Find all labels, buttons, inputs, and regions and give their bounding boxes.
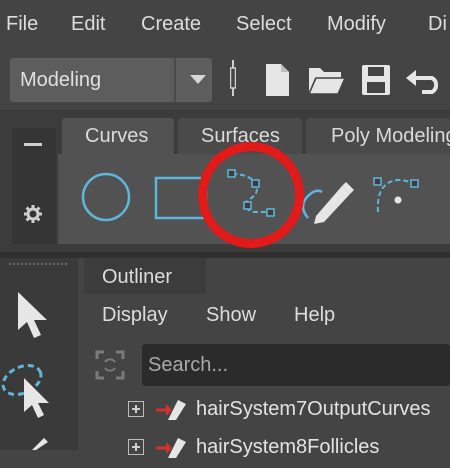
new-scene-icon[interactable] [262,62,292,98]
shelf-menu-icon[interactable] [24,143,42,146]
paint-select-tool-icon[interactable] [30,438,50,450]
mode-dropdown[interactable]: Modeling [10,58,212,102]
outliner-item-label: hairSystem7OutputCurves [196,398,431,420]
outliner-menu-show[interactable]: Show [206,304,256,327]
expand-icon[interactable] [128,401,144,417]
toolbar-separator-handle[interactable] [230,58,236,98]
menu-modify[interactable]: Modify [327,13,386,36]
menu-edit[interactable]: Edit [71,13,105,36]
save-scene-icon[interactable] [360,63,392,97]
highlight-annotation-circle [198,142,304,248]
search-field [142,344,450,386]
outliner-tab-label: Outliner [102,266,173,288]
outliner-row[interactable]: hairSystem8Follicles [84,432,450,468]
outliner-menu-help[interactable]: Help [294,304,335,327]
toolbox-grip[interactable] [8,262,68,266]
expand-icon[interactable] [128,439,144,455]
menu-create[interactable]: Create [141,13,201,36]
arc-tool-icon[interactable] [368,172,424,222]
undo-icon[interactable] [404,66,444,94]
gear-icon[interactable] [23,204,43,224]
tab-poly-modeling[interactable]: Poly Modeling [306,118,450,154]
search-input[interactable] [148,353,438,377]
hair-system-node-icon [156,438,186,458]
menu-file[interactable]: File [6,13,38,36]
circle-tool-icon[interactable] [80,172,134,222]
select-tool-icon[interactable] [14,290,50,342]
tab-poly-modeling-label: Poly Modeling [331,125,450,147]
menu-bar: File Edit Create Select Modify Di [0,0,450,52]
lasso-tool-icon[interactable] [0,360,56,420]
open-scene-icon[interactable] [307,64,347,96]
mode-dropdown-value: Modeling [20,69,102,91]
toolbox [0,258,78,450]
menu-select[interactable]: Select [236,13,292,36]
chevron-down-icon[interactable] [190,75,206,84]
tab-outliner[interactable]: Outliner [84,258,206,294]
pencil-curve-tool-icon[interactable] [298,176,356,224]
mode-dropdown-divider [174,58,176,102]
outliner-menu-display[interactable]: Display [102,304,168,327]
select-all-toggle-icon[interactable] [95,350,125,380]
tab-curves[interactable]: Curves [62,118,174,154]
hair-system-node-icon [156,400,186,420]
tab-curves-label: Curves [85,125,149,147]
menu-display[interactable]: Di [428,13,447,36]
outliner-row[interactable]: hairSystem7OutputCurves [84,394,450,430]
outliner-item-label: hairSystem8Follicles [196,436,380,458]
